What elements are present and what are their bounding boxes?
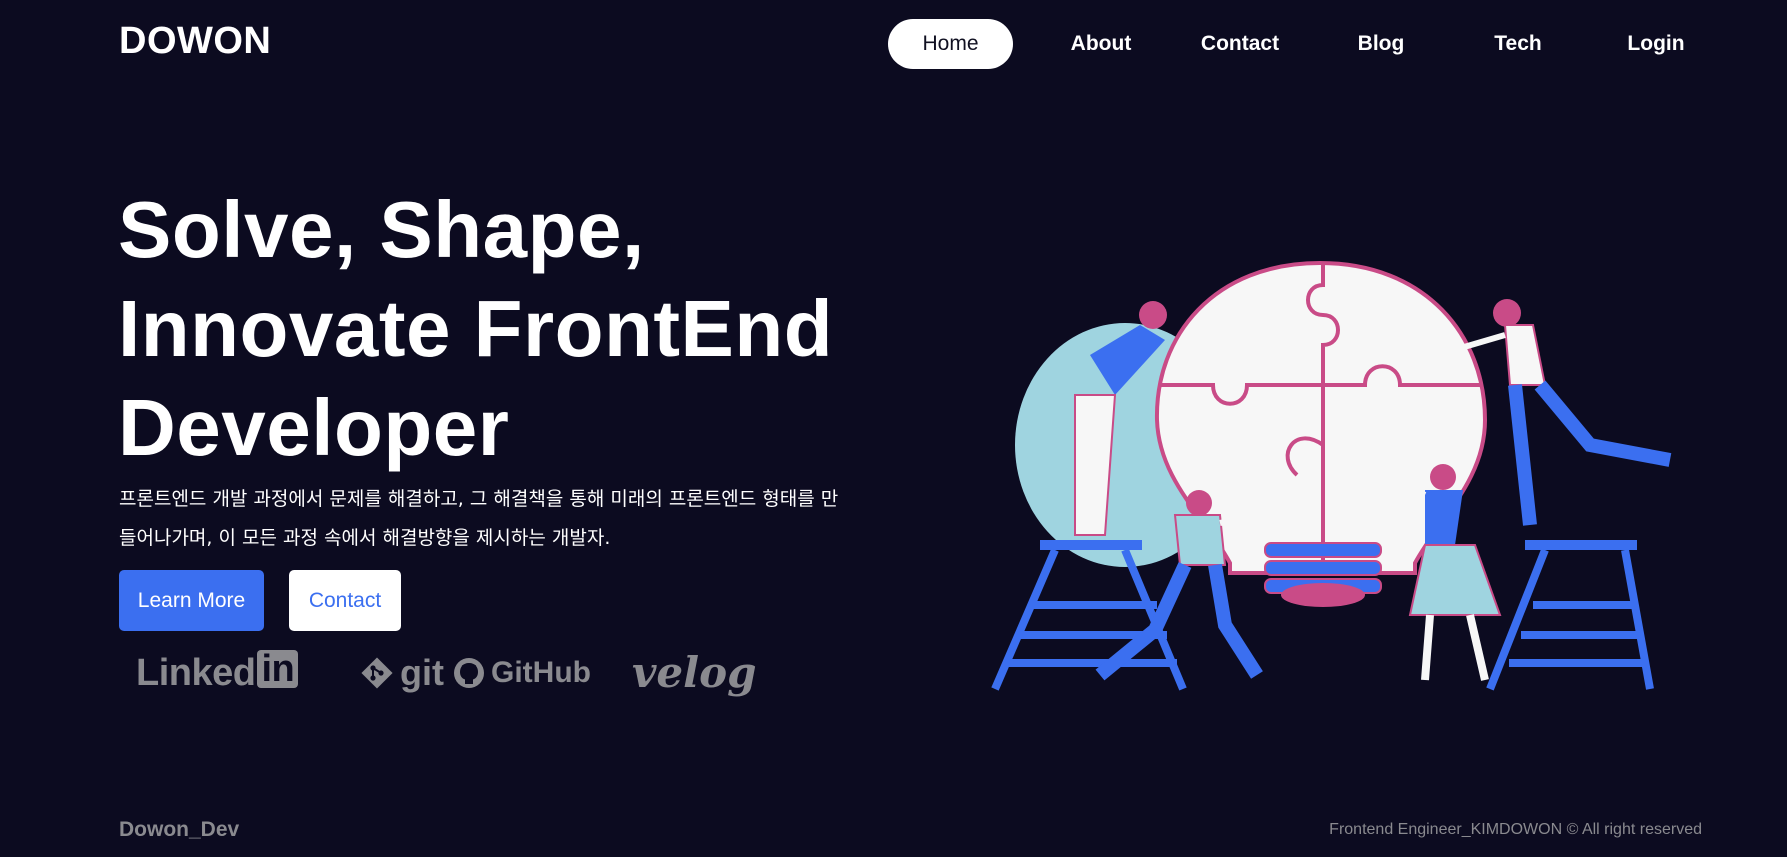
nav-tech[interactable]: Tech <box>1468 19 1568 69</box>
nav-home[interactable]: Home <box>888 19 1013 69</box>
nav-blog[interactable]: Blog <box>1331 19 1431 69</box>
puzzle-lightbulb-illustration <box>991 260 1672 691</box>
hero-title-line-2: Innovate FrontEnd <box>118 284 834 373</box>
contact-button[interactable]: Contact <box>289 570 401 631</box>
learn-more-button[interactable]: Learn More <box>119 570 264 631</box>
footer-brand: Dowon_Dev <box>119 818 240 841</box>
velog-link[interactable]: velog <box>632 648 756 698</box>
git-icon <box>361 657 393 689</box>
nav-about[interactable]: About <box>1051 19 1151 69</box>
hero-title: Solve, Shape, Innovate FrontEnd Develope… <box>118 180 878 477</box>
git-label: git <box>400 652 444 693</box>
github-icon <box>454 658 484 688</box>
footer-copyright: Frontend Engineer_KIMDOWON © All right r… <box>1329 821 1702 838</box>
hero-title-line-1: Solve, Shape, <box>118 185 645 274</box>
github-link[interactable]: GitHub <box>453 648 591 698</box>
linkedin-link[interactable]: Linked in <box>136 648 299 698</box>
hero-title-line-3: Developer <box>118 383 510 472</box>
nav-login[interactable]: Login <box>1606 19 1706 69</box>
linkedin-in-box: in <box>257 650 299 688</box>
github-label: GitHub <box>491 656 591 689</box>
git-link[interactable]: git <box>360 648 444 698</box>
nav-contact[interactable]: Contact <box>1185 19 1295 69</box>
site-logo[interactable]: DOWON <box>119 20 271 63</box>
linkedin-text: Linked <box>136 652 256 694</box>
hero-description: 프론트엔드 개발 과정에서 문제를 해결하고, 그 해결책을 통해 미래의 프론… <box>119 488 839 549</box>
